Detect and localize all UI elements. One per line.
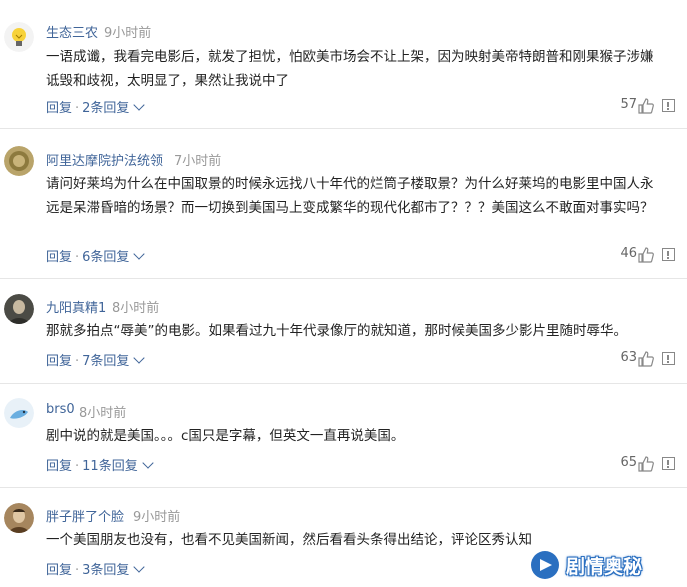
view-replies-button[interactable]: 6条回复 — [82, 250, 129, 265]
reply-button[interactable]: 回复 — [46, 101, 72, 116]
watermark-text: 剧情奥秘 — [566, 555, 643, 578]
view-replies-button[interactable]: 11条回复 — [82, 459, 138, 474]
timestamp: 9小时前 — [133, 510, 181, 525]
watermark-logo-icon — [531, 551, 559, 579]
divider — [0, 383, 687, 384]
chevron-down-icon[interactable] — [133, 248, 146, 260]
report-icon[interactable] — [662, 99, 675, 112]
username[interactable]: 阿里达摩院护法统领 — [46, 150, 163, 169]
reply-bar: 回复 · 2条回复 — [46, 97, 146, 116]
portrait-avatar[interactable] — [4, 294, 34, 324]
timestamp: 8小时前 — [79, 406, 127, 421]
reply-button[interactable]: 回复 — [46, 250, 72, 265]
timestamp: 9小时前 — [104, 26, 152, 41]
username[interactable]: 生态三农 — [46, 22, 98, 41]
divider — [0, 487, 687, 488]
thumbs-up-icon[interactable] — [638, 247, 654, 263]
chevron-down-icon[interactable] — [133, 561, 146, 573]
chevron-down-icon[interactable] — [142, 457, 154, 469]
reply-button[interactable]: 回复 — [46, 354, 72, 369]
divider — [0, 128, 687, 129]
lightbulb-avatar[interactable] — [4, 22, 34, 52]
like-count: 63 — [620, 350, 637, 365]
view-replies-button[interactable]: 2条回复 — [82, 101, 129, 116]
report-icon[interactable] — [662, 352, 675, 365]
watermark: 剧情奥秘 — [530, 548, 680, 582]
reply-button[interactable]: 回复 — [46, 563, 72, 578]
reply-bar: 回复 · 6条回复 — [46, 246, 146, 265]
divider — [0, 278, 687, 279]
username[interactable]: 胖子胖了个脸 — [46, 506, 124, 525]
view-replies-button[interactable]: 7条回复 — [82, 354, 129, 369]
reply-button[interactable]: 回复 — [46, 459, 72, 474]
chevron-down-icon[interactable] — [133, 352, 146, 364]
comment-text: 请问好莱坞为什么在中国取景的时候永远找八十年代的烂筒子楼取景？为什么好莱坞的电影… — [46, 176, 654, 216]
comment-text: 剧中说的就是美国。。。c国只是字幕，但英文一直再说美国。 — [46, 428, 405, 444]
comment-text: 一语成谶，我看完电影后，就发了担忧，怕欧美市场会不让上架，因为映射美帝特朗普和刚… — [46, 49, 654, 89]
reply-bar: 回复 · 3条回复 — [46, 559, 146, 578]
like-count: 57 — [620, 97, 637, 112]
chevron-down-icon[interactable] — [133, 99, 146, 111]
comment-text: 一个美国朋友也没有，也看不见美国新闻，然后看看头条得出结论，评论区秀认知 — [46, 532, 532, 548]
report-icon[interactable] — [662, 457, 675, 470]
reply-bar: 回复 · 7条回复 — [46, 350, 146, 369]
comment-text: 那就多拍点“辱美”的电影。如果看过九十年代录像厅的就知道，那时候美国多少影片里随… — [46, 323, 627, 339]
coin-avatar[interactable] — [4, 146, 34, 176]
reply-bar: 回复 · 11条回复 — [46, 455, 154, 474]
username[interactable]: 九阳真精1 — [46, 297, 106, 316]
view-replies-button[interactable]: 3条回复 — [82, 563, 129, 578]
thumbs-up-icon[interactable] — [638, 351, 654, 367]
like-count: 46 — [620, 246, 637, 261]
report-icon[interactable] — [662, 248, 675, 261]
thumbs-up-icon[interactable] — [638, 456, 654, 472]
thumbs-up-icon[interactable] — [638, 98, 654, 114]
username[interactable]: brs0 — [46, 402, 75, 417]
like-count: 65 — [620, 455, 637, 470]
timestamp: 7小时前 — [174, 154, 222, 169]
man-avatar[interactable] — [4, 503, 34, 533]
timestamp: 8小时前 — [112, 301, 160, 316]
bird-avatar[interactable] — [4, 398, 34, 428]
